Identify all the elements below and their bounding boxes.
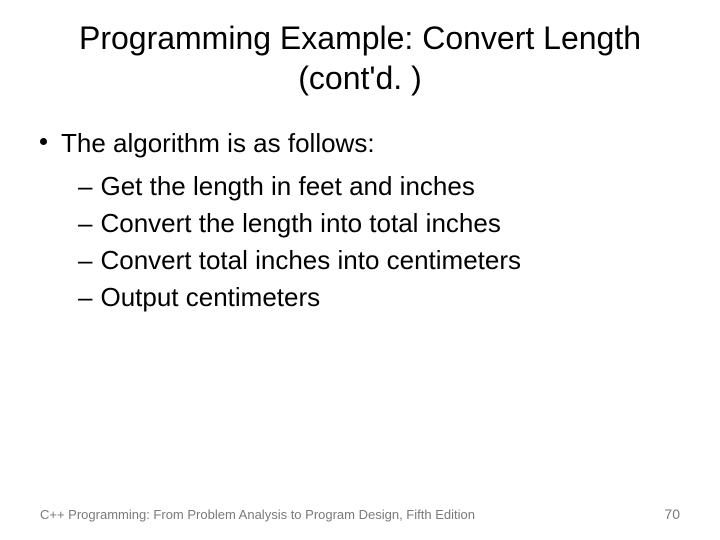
step-text: Output centimeters xyxy=(100,280,320,315)
step-text: Convert total inches into centimeters xyxy=(100,243,521,278)
slide-body: The algorithm is as follows: – Get the l… xyxy=(40,126,680,315)
dash-icon: – xyxy=(78,169,92,204)
dash-icon: – xyxy=(78,243,92,278)
dash-icon: – xyxy=(78,280,92,315)
list-item: – Convert the length into total inches xyxy=(78,206,680,241)
footer-source: C++ Programming: From Problem Analysis t… xyxy=(40,507,475,522)
intro-text: The algorithm is as follows: xyxy=(61,126,375,161)
slide-title: Programming Example: Convert Length (con… xyxy=(40,18,680,98)
page-number: 70 xyxy=(664,506,680,522)
slide-footer: C++ Programming: From Problem Analysis t… xyxy=(40,506,680,522)
intro-bullet: The algorithm is as follows: xyxy=(40,126,680,161)
bullet-dot-icon xyxy=(40,138,47,145)
step-text: Get the length in feet and inches xyxy=(100,169,474,204)
list-item: – Get the length in feet and inches xyxy=(78,169,680,204)
step-text: Convert the length into total inches xyxy=(100,206,500,241)
step-list: – Get the length in feet and inches – Co… xyxy=(78,169,680,315)
list-item: – Convert total inches into centimeters xyxy=(78,243,680,278)
list-item: – Output centimeters xyxy=(78,280,680,315)
dash-icon: – xyxy=(78,206,92,241)
